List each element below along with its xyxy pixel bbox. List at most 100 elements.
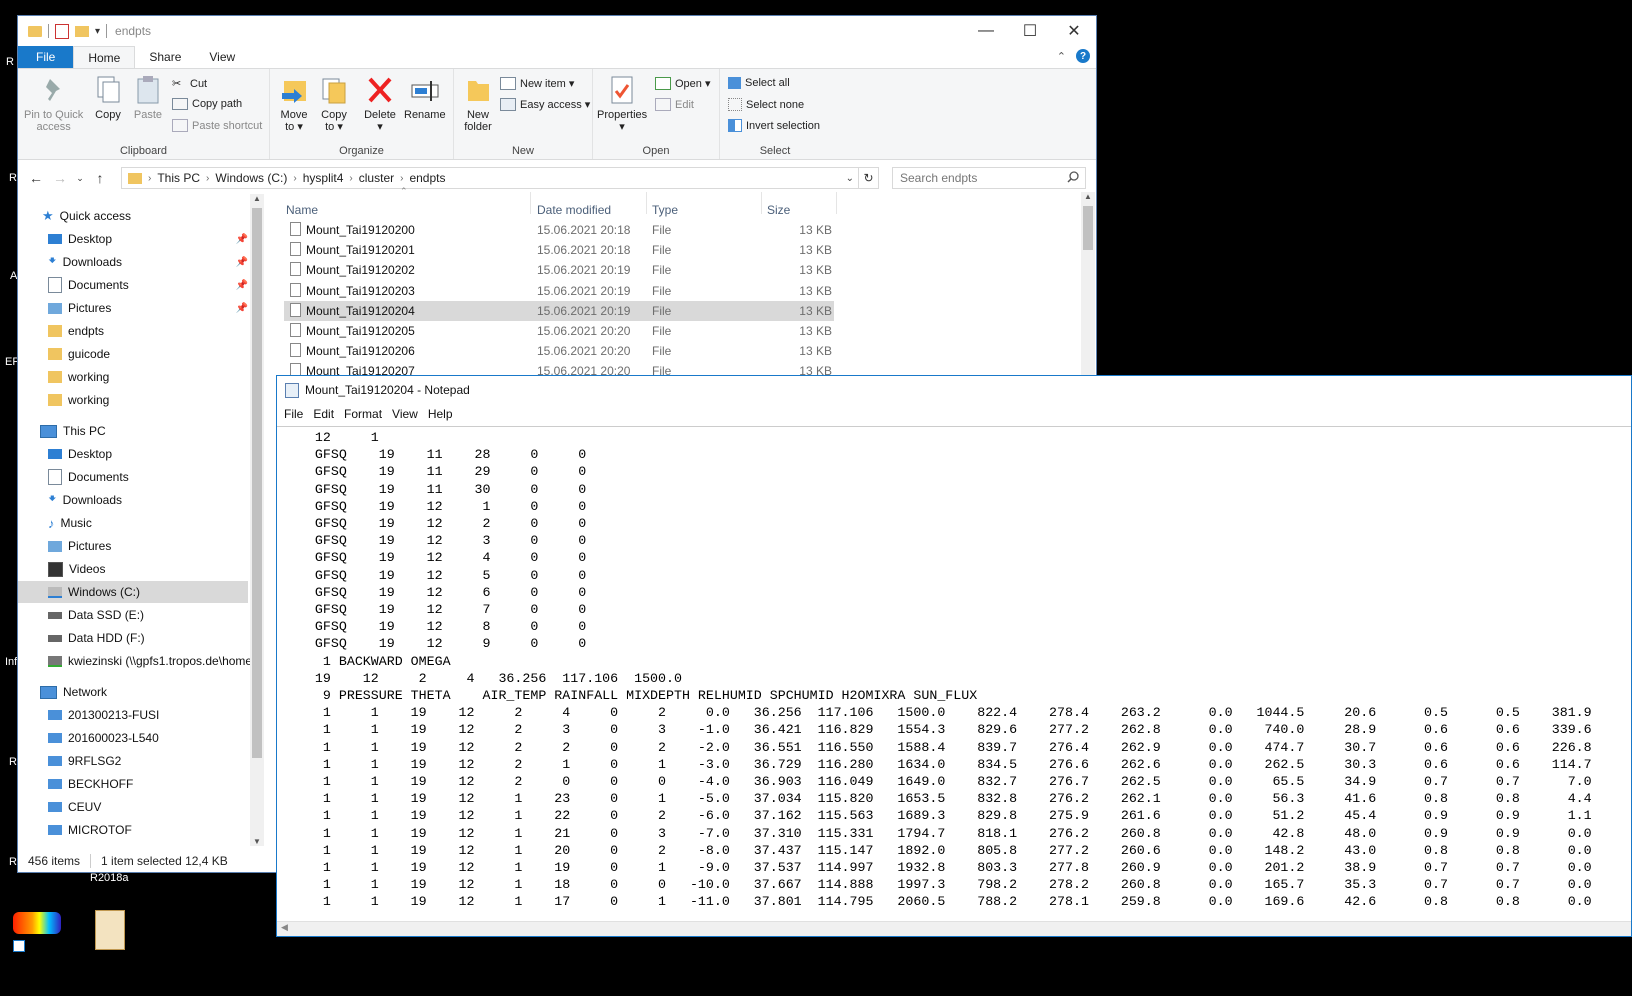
tab-home[interactable]: Home: [73, 46, 136, 68]
search-input[interactable]: Search endpts: [892, 167, 1086, 189]
nav-item-guicode[interactable]: guicode: [48, 343, 110, 365]
nav-pc-windows-c[interactable]: Windows (C:): [18, 581, 248, 603]
copy-button[interactable]: Copy: [92, 73, 124, 121]
nav-item-working-2[interactable]: working: [48, 389, 109, 411]
minimize-icon[interactable]: —: [964, 16, 1008, 46]
menu-edit[interactable]: Edit: [308, 407, 339, 421]
notepad-content[interactable]: 12 1 GFSQ 19 11 28 0 0 GFSQ 19 11 29 0 0…: [277, 427, 1631, 911]
file-row[interactable]: Mount_Tai19120201 15.06.2021 20:18 File 13 …: [284, 240, 834, 260]
file-row[interactable]: Mount_Tai19120204 15.06.2021 20:19 File 13 …: [284, 301, 834, 321]
nav-pc-music[interactable]: ♪ Music: [48, 512, 92, 534]
scroll-up-icon[interactable]: ▲: [250, 194, 264, 203]
pin-icon[interactable]: 📌: [236, 280, 248, 291]
notepad-text-area[interactable]: 12 1 GFSQ 19 11 28 0 0 GFSQ 19 11 29 0 0…: [277, 426, 1631, 922]
nav-network-computer[interactable]: 201600023-L540: [48, 727, 159, 749]
nav-pc-videos[interactable]: Videos: [48, 558, 105, 580]
rename-button[interactable]: Rename: [404, 73, 446, 121]
help-icon[interactable]: ?: [1076, 49, 1090, 63]
tab-file[interactable]: File: [18, 46, 74, 68]
nav-pc-pictures[interactable]: Pictures: [48, 535, 111, 557]
breadcrumb-cluster[interactable]: › cluster: [349, 171, 394, 185]
nav-item-documents[interactable]: Documents 📌: [48, 274, 248, 296]
nav-network-computer[interactable]: CEUV: [48, 796, 101, 818]
close-icon[interactable]: ✕: [1052, 16, 1096, 46]
column-header-name[interactable]: Name: [286, 198, 318, 222]
pin-icon[interactable]: 📌: [236, 257, 248, 268]
nav-pc-data-hdd[interactable]: Data HDD (F:): [48, 627, 145, 649]
nav-pane-scrollbar[interactable]: ▲ ▼: [250, 194, 264, 846]
properties-button[interactable]: Properties ▾: [597, 73, 647, 133]
nav-item-desktop[interactable]: Desktop 📌: [48, 228, 248, 250]
invert-selection-button[interactable]: Invert selection: [728, 119, 820, 132]
nav-item-downloads[interactable]: 🠻 Downloads 📌: [48, 251, 248, 273]
menu-format[interactable]: Format: [339, 407, 387, 421]
menu-view[interactable]: View: [387, 407, 423, 421]
delete-button[interactable]: Delete ▾: [364, 73, 396, 133]
nav-network-computer[interactable]: 9RFLSG2: [48, 750, 121, 772]
forward-arrow-icon[interactable]: →: [48, 170, 72, 186]
qat-dropdown-icon[interactable]: ▾: [95, 26, 100, 37]
pin-icon[interactable]: 📌: [236, 234, 248, 245]
scrollbar-thumb[interactable]: [252, 208, 262, 758]
select-all-button[interactable]: Select all: [728, 77, 790, 89]
nav-item-working[interactable]: working: [48, 366, 109, 388]
file-row[interactable]: Mount_Tai19120203 15.06.2021 20:19 File 13 …: [284, 281, 834, 301]
nav-network-computer[interactable]: 201300213-FUSI: [48, 704, 159, 726]
file-list-scrollbar[interactable]: ▲: [1081, 192, 1095, 377]
file-row[interactable]: Mount_Tai19120205 15.06.2021 20:20 File 13 …: [284, 321, 834, 341]
column-header-type[interactable]: Type: [652, 198, 678, 222]
nav-network-computer[interactable]: BECKHOFF: [48, 773, 133, 795]
nav-network-computer[interactable]: MICROTOF: [48, 819, 132, 841]
menu-file[interactable]: File: [279, 407, 308, 421]
nav-pc-documents[interactable]: Documents: [48, 466, 129, 488]
scrollbar-thumb[interactable]: [1083, 206, 1093, 250]
nav-pc-downloads[interactable]: 🠻 Downloads: [48, 489, 122, 511]
new-item-button[interactable]: New item ▾: [500, 77, 574, 90]
tab-view[interactable]: View: [195, 46, 249, 68]
new-folder-button[interactable]: New folder: [462, 73, 494, 133]
maximize-icon[interactable]: ☐: [1008, 16, 1052, 46]
collapse-ribbon-icon[interactable]: ⌃: [1057, 50, 1066, 63]
scroll-up-icon[interactable]: ▲: [1081, 192, 1095, 201]
nav-network[interactable]: Network: [40, 681, 107, 703]
menu-help[interactable]: Help: [423, 407, 458, 421]
open-button[interactable]: Open ▾: [655, 77, 711, 90]
cut-button[interactable]: ✂ Cut: [172, 77, 207, 91]
breadcrumb-windows-c[interactable]: › Windows (C:): [206, 171, 287, 185]
file-row[interactable]: Mount_Tai19120202 15.06.2021 20:19 File 13 …: [284, 260, 834, 280]
properties-check-icon[interactable]: [55, 23, 69, 39]
address-dropdown-icon[interactable]: ⌄: [846, 173, 854, 184]
refresh-icon[interactable]: ↻: [859, 167, 879, 189]
paste-button[interactable]: Paste: [132, 73, 164, 121]
scroll-down-icon[interactable]: ▼: [250, 837, 264, 846]
tab-share[interactable]: Share: [135, 46, 195, 68]
move-to-button[interactable]: Move to ▾: [278, 73, 310, 133]
column-header-date[interactable]: Date modified: [537, 198, 611, 222]
nav-item-pictures[interactable]: Pictures 📌: [48, 297, 248, 319]
column-header-size[interactable]: Size: [767, 198, 790, 222]
copy-to-button[interactable]: Copy to ▾: [318, 73, 350, 133]
nav-pc-network-drive[interactable]: kwiezinski (\\gpfs1.tropos.de\home: [48, 650, 252, 672]
scroll-left-icon[interactable]: ◀: [281, 922, 288, 933]
notepad-horizontal-scrollbar[interactable]: ◀: [277, 921, 1631, 936]
breadcrumb-hysplit4[interactable]: › hysplit4: [293, 171, 343, 185]
matlab-app-icon[interactable]: [13, 912, 61, 934]
new-folder-icon[interactable]: [75, 25, 89, 37]
easy-access-button[interactable]: Easy access ▾: [500, 98, 590, 111]
nav-quick-access[interactable]: ★ Quick access: [42, 205, 131, 227]
breadcrumb-this-pc[interactable]: › This PC: [148, 171, 200, 185]
file-row[interactable]: Mount_Tai19120200 15.06.2021 20:18 File 13 …: [284, 220, 834, 240]
nav-item-endpts[interactable]: endpts: [48, 320, 104, 342]
pdf-file-icon[interactable]: [95, 910, 125, 950]
paste-shortcut-button[interactable]: Paste shortcut: [172, 119, 262, 132]
breadcrumb-endpts[interactable]: › endpts: [400, 171, 445, 185]
recent-locations-icon[interactable]: ⌄: [72, 173, 88, 184]
up-arrow-icon[interactable]: ↑: [88, 170, 112, 186]
edit-button[interactable]: Edit: [655, 98, 694, 111]
pin-quick-access-button[interactable]: Pin to Quick access: [24, 73, 83, 133]
select-none-button[interactable]: Select none: [728, 98, 804, 111]
pin-icon[interactable]: 📌: [236, 303, 248, 314]
back-arrow-icon[interactable]: ←: [24, 170, 48, 186]
nav-this-pc[interactable]: This PC: [40, 420, 106, 442]
copy-path-button[interactable]: Copy path: [172, 98, 242, 110]
